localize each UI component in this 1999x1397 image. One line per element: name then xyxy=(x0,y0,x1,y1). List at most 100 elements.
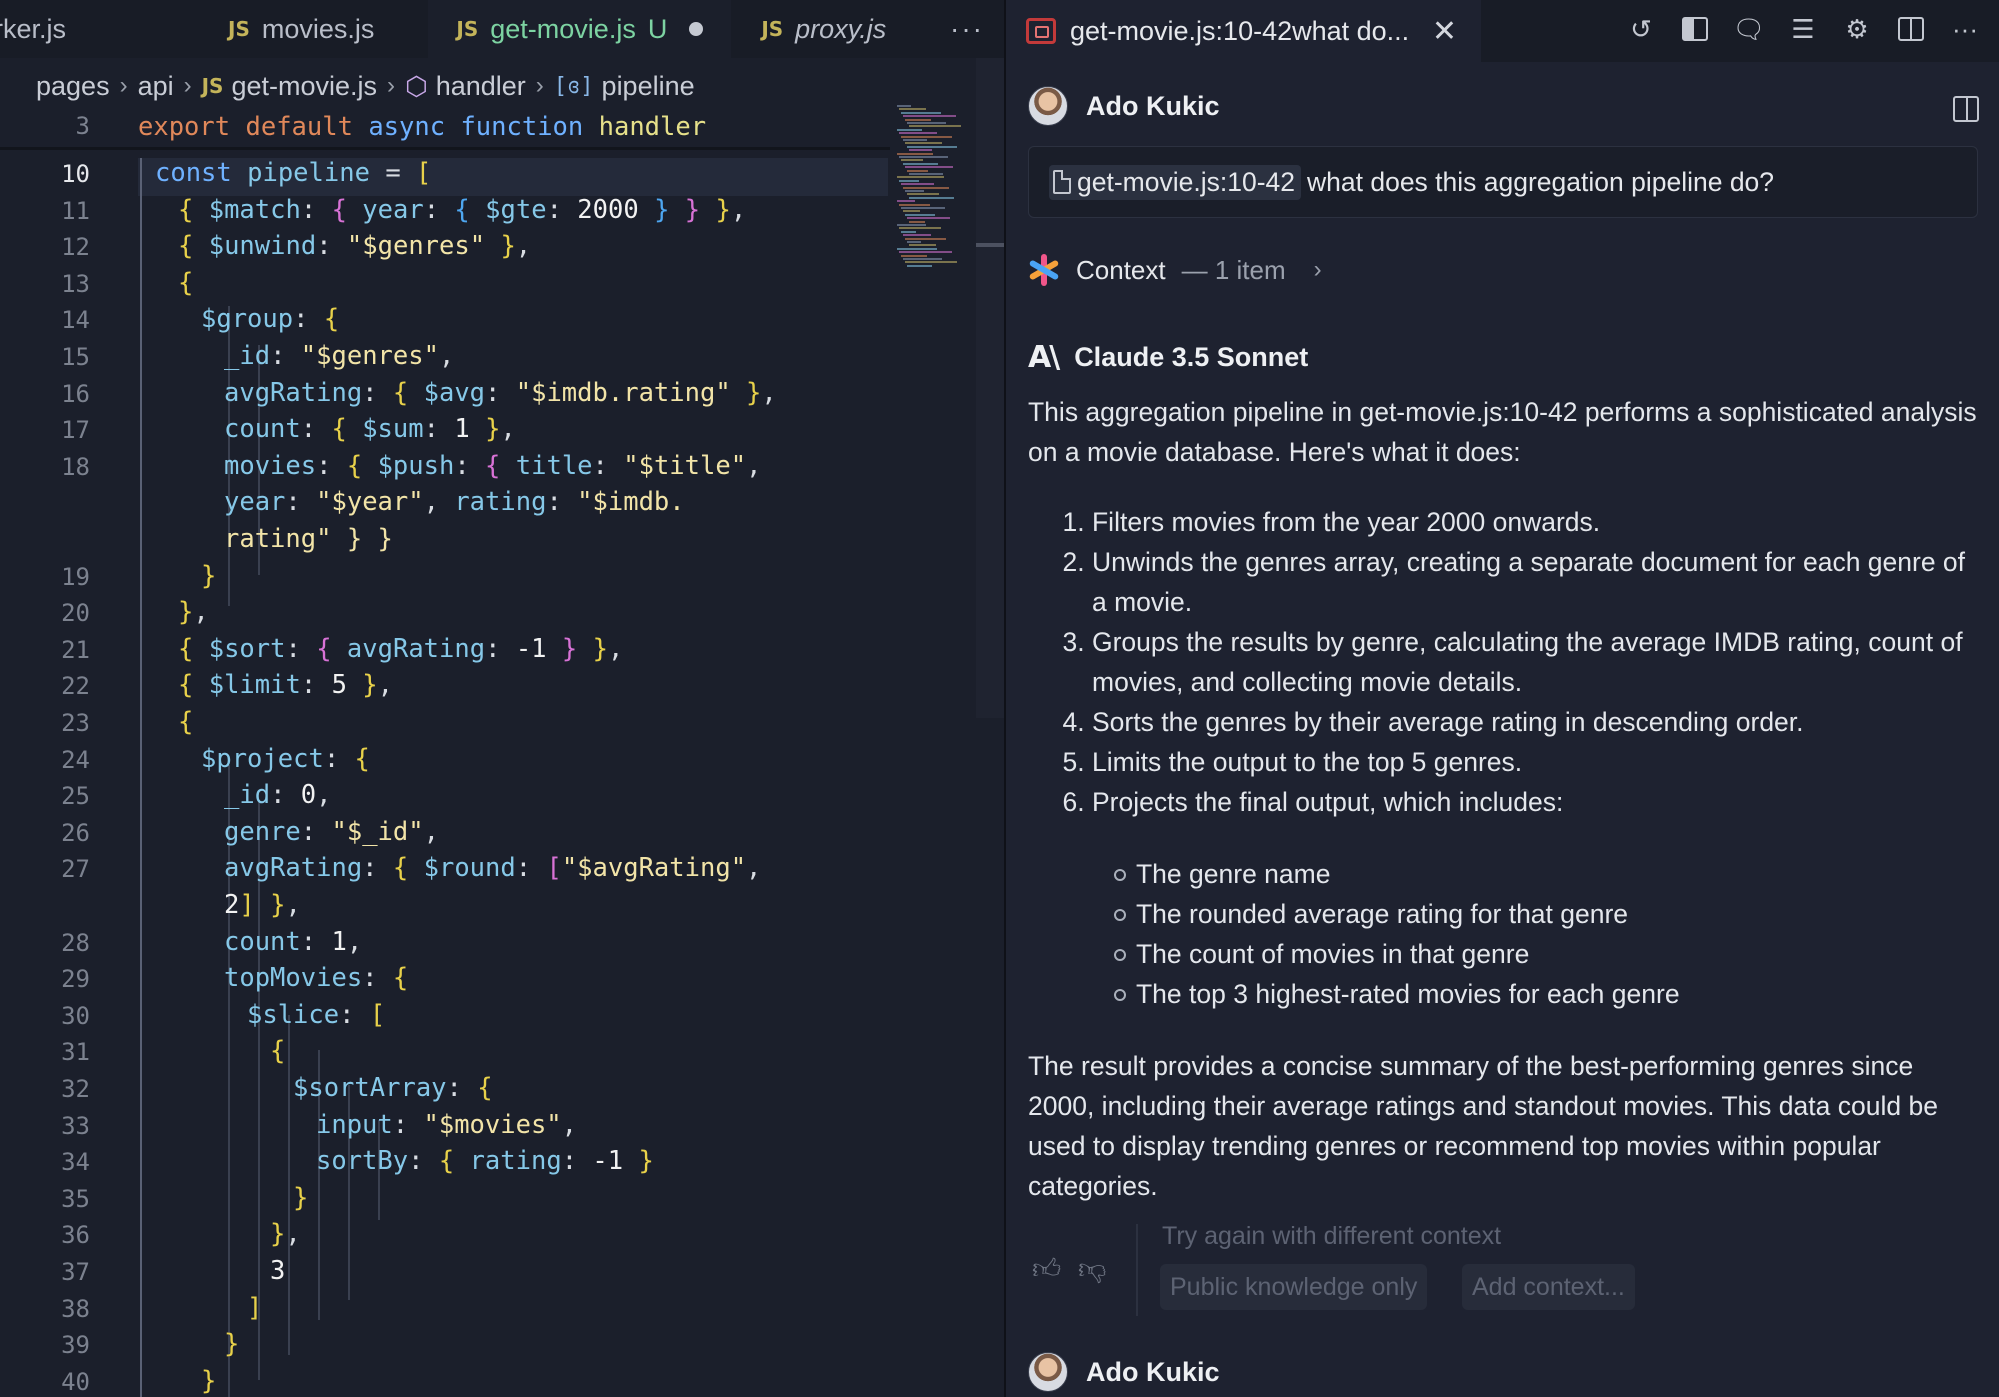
line-number: 17 xyxy=(61,416,90,445)
minimap-line xyxy=(907,145,957,148)
chat-tab[interactable]: get-movie.js:10-42what do... ✕ xyxy=(1006,0,1481,62)
line-number: 27 xyxy=(61,855,90,884)
line-number: 19 xyxy=(61,562,90,591)
answer-subitem: The top 3 highest-rated movies for each … xyxy=(1114,974,1978,1014)
minimap-line xyxy=(909,220,925,223)
minimap-line xyxy=(909,196,954,199)
minimap-line xyxy=(909,244,936,247)
chevron-right-icon: › xyxy=(1313,256,1322,283)
file-reference-chip[interactable]: get-movie.js:10-42 xyxy=(1049,164,1301,200)
tab-proxy-js[interactable]: JS proxy.js xyxy=(731,0,908,58)
more-icon[interactable]: ··· xyxy=(1949,14,1981,44)
context-label: Context xyxy=(1076,254,1166,285)
thumbs-down-icon[interactable]: 👎︎ xyxy=(1078,1252,1106,1286)
code-line: { xyxy=(178,707,194,737)
breadcrumb-handler[interactable]: handler xyxy=(436,71,526,102)
answer-step: Sorts the genres by their average rating… xyxy=(1092,702,1978,742)
breadcrumb-pipeline[interactable]: pipeline xyxy=(602,71,695,102)
chevron-right-icon: › xyxy=(119,72,128,99)
code-line: $project: { xyxy=(201,743,370,774)
minimap-line xyxy=(905,118,931,121)
tab-movies-js[interactable]: JS movies.js xyxy=(88,0,396,58)
close-icon[interactable]: ✕ xyxy=(1432,14,1457,49)
context-toggle[interactable]: Context — 1 item › xyxy=(1028,254,1322,286)
history-icon[interactable]: ↺ xyxy=(1625,14,1657,44)
unsaved-dot-icon[interactable] xyxy=(689,22,704,36)
code-line: }, xyxy=(178,597,209,628)
code-line: avgRating: { $avg: "$imdb.rating" }, xyxy=(224,377,777,408)
line-number: 32 xyxy=(61,1075,90,1103)
minimap-line xyxy=(903,115,956,118)
feedback-row: 👍︎ 👎︎ Try again with different context P… xyxy=(1028,1212,1978,1316)
add-context-button[interactable]: Add context... xyxy=(1462,1264,1635,1310)
answer-subitem: The rounded average rating for that genr… xyxy=(1114,894,1978,934)
tab-get-movie-js[interactable]: JS get-movie.js U xyxy=(428,0,732,58)
code-line: } xyxy=(293,1182,309,1213)
minimap-line xyxy=(897,152,933,155)
breadcrumb-pages[interactable]: pages xyxy=(36,71,110,102)
chevron-right-icon: › xyxy=(387,72,396,99)
code-line: { xyxy=(270,1036,286,1067)
panel-toggle-icon[interactable] xyxy=(1953,96,1979,122)
line-number: 25 xyxy=(61,782,90,811)
line-number: 31 xyxy=(61,1038,90,1067)
code-line: } xyxy=(201,1365,217,1396)
code-line: { $unwind: "$genres" }, xyxy=(178,231,532,262)
code-line: $group: { xyxy=(201,304,340,335)
minimap-line xyxy=(903,139,927,141)
line-number: 29 xyxy=(61,965,90,994)
line-number: 21 xyxy=(61,635,90,664)
line-number: 34 xyxy=(61,1148,90,1177)
chat-panel: get-movie.js:10-42what do... ✕ ↺ 🗨 ☰ ⚙ ·… xyxy=(1006,0,1999,1397)
editor-scrollbar[interactable] xyxy=(976,58,1004,718)
minimap-line xyxy=(909,149,932,152)
avatar xyxy=(1028,1352,1068,1392)
file-icon xyxy=(1053,170,1071,194)
answer-summary: The result provides a concise summary of… xyxy=(1028,1051,1938,1201)
line-number: 20 xyxy=(61,599,90,628)
function-cube-icon: ⬡ xyxy=(405,70,428,101)
minimap-line xyxy=(899,251,952,254)
code-line: 3 xyxy=(270,1256,286,1286)
minimap-line xyxy=(903,186,949,189)
code-line: year: "$year", rating: "$imdb. xyxy=(224,487,685,518)
answer-intro: This aggregation pipeline in get-movie.j… xyxy=(1028,397,1977,467)
minimap-line xyxy=(899,132,937,135)
minimap-line xyxy=(897,128,922,131)
gear-icon[interactable]: ⚙ xyxy=(1841,14,1873,44)
code-line: sortBy: { rating: -1 } xyxy=(316,1146,654,1177)
code-line: input: "$movies", xyxy=(316,1109,578,1140)
breadcrumb-file[interactable]: get-movie.js xyxy=(231,71,377,102)
line-number: 26 xyxy=(61,818,90,847)
chevron-right-icon: › xyxy=(535,72,544,99)
minimap-line xyxy=(903,258,942,260)
tab-worker-js[interactable]: rker.js xyxy=(0,0,88,58)
split-editor-icon[interactable] xyxy=(1895,14,1927,44)
minimap-line xyxy=(905,213,935,216)
minimap-line xyxy=(901,254,927,257)
code-line: const pipeline = [ xyxy=(155,158,432,188)
toggle-sidebar-icon[interactable] xyxy=(1679,14,1711,44)
line-number: 12 xyxy=(61,233,90,262)
public-knowledge-button[interactable]: Public knowledge only xyxy=(1160,1264,1428,1310)
user-query[interactable]: get-movie.js:10-42 what does this aggreg… xyxy=(1028,146,1978,218)
minimap[interactable] xyxy=(893,105,963,275)
thumbs-up-icon[interactable]: 👍︎ xyxy=(1032,1252,1061,1286)
list-icon[interactable]: ☰ xyxy=(1787,14,1819,44)
minimap-line xyxy=(897,176,944,179)
code-line: ] xyxy=(247,1292,263,1323)
minimap-line xyxy=(903,162,938,165)
model-name: Claude 3.5 Sonnet xyxy=(1074,342,1309,372)
more-tabs-icon[interactable]: ··· xyxy=(950,0,984,58)
code-line: { $limit: 5 }, xyxy=(178,670,393,701)
sticky-scroll-header[interactable]: 3 export default async function handler xyxy=(0,110,890,150)
minimap-line xyxy=(897,224,926,226)
divider xyxy=(1136,1224,1138,1316)
new-chat-icon[interactable]: 🗨 xyxy=(1733,14,1766,44)
chevron-right-icon: › xyxy=(183,72,192,99)
sticky-code-line: export default async function handler xyxy=(138,112,707,142)
minimap-line xyxy=(905,237,946,240)
code-editor[interactable]: rker.js JS movies.js JS get-movie.js U J… xyxy=(0,0,1004,1397)
minimap-line xyxy=(903,234,931,237)
breadcrumb-api[interactable]: api xyxy=(138,71,174,102)
